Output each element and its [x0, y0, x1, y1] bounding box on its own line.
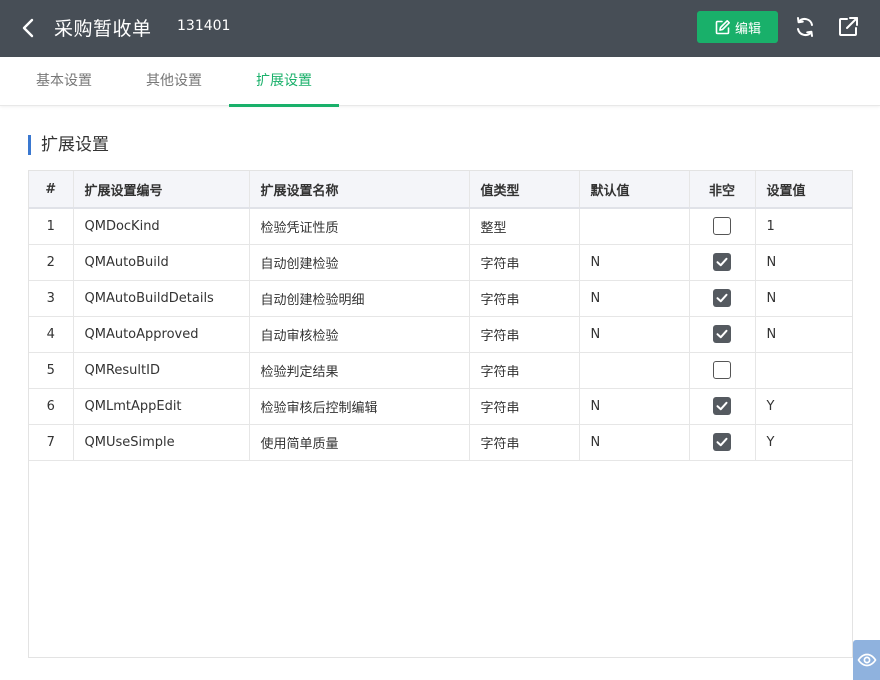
tab-basic-settings[interactable]: 基本设置 [33, 57, 95, 106]
document-number: 131401 [177, 18, 231, 34]
check-icon [716, 257, 728, 267]
row-value: 1 [755, 208, 852, 245]
back-button[interactable] [16, 14, 42, 42]
row-index: 3 [29, 280, 74, 317]
row-not-null [689, 424, 756, 461]
table-row[interactable]: 5 QMResultID 检验判定结果 字符串 [29, 352, 852, 389]
col-header-not-null: 非空 [689, 171, 756, 209]
row-code: QMUseSimple [73, 424, 250, 461]
edit-button-label: 编辑 [734, 21, 761, 37]
row-code: QMDocKind [73, 208, 250, 245]
check-icon [716, 437, 728, 447]
row-not-null [689, 208, 756, 245]
table-row[interactable]: 2 QMAutoBuild 自动创建检验 字符串 N N [29, 244, 852, 281]
table-row[interactable]: 6 QMLmtAppEdit 检验审核后控制编辑 字符串 N Y [29, 388, 852, 425]
tab-bar: 基本设置 其他设置 扩展设置 [0, 57, 880, 107]
not-null-checkbox[interactable] [713, 217, 731, 236]
row-type: 字符串 [469, 352, 580, 389]
chevron-left-icon [22, 18, 34, 38]
row-name: 检验判定结果 [249, 352, 470, 389]
row-not-null [689, 244, 756, 281]
table-row[interactable]: 7 QMUseSimple 使用简单质量 字符串 N Y [29, 424, 852, 461]
row-type: 字符串 [469, 280, 580, 317]
eye-icon [857, 653, 876, 667]
row-index: 4 [29, 316, 74, 353]
section-title: 扩展设置 [28, 135, 109, 155]
table-row[interactable]: 4 QMAutoApproved 自动审核检验 字符串 N N [29, 316, 852, 353]
check-icon [716, 329, 728, 339]
row-default: N [579, 316, 690, 353]
not-null-checkbox[interactable] [713, 397, 731, 415]
extension-settings-table: # 扩展设置编号 扩展设置名称 值类型 默认值 非空 设置值 1 QMDocKin… [28, 170, 853, 658]
col-header-value: 设置值 [755, 171, 852, 209]
refresh-icon [797, 17, 813, 37]
row-default: N [579, 424, 690, 461]
row-type: 字符串 [469, 316, 580, 353]
row-value: N [755, 316, 852, 353]
row-type: 字符串 [469, 388, 580, 425]
row-value: N [755, 244, 852, 281]
row-not-null [689, 316, 756, 353]
col-header-code: 扩展设置编号 [73, 171, 250, 209]
row-not-null [689, 388, 756, 425]
top-header: 采购暂收单 131401 编辑 [0, 0, 880, 57]
row-code: QMAutoApproved [73, 316, 250, 353]
not-null-checkbox[interactable] [713, 289, 731, 307]
col-header-type: 值类型 [469, 171, 580, 209]
table-row[interactable]: 1 QMDocKind 检验凭证性质 整型 1 [29, 208, 852, 245]
table-row[interactable]: 3 QMAutoBuildDetails 自动创建检验明细 字符串 N N [29, 280, 852, 317]
row-index: 5 [29, 352, 74, 389]
row-default: N [579, 388, 690, 425]
col-header-name: 扩展设置名称 [249, 171, 470, 209]
row-name: 检验凭证性质 [249, 208, 470, 245]
check-icon [716, 401, 728, 411]
row-type: 字符串 [469, 244, 580, 281]
row-not-null [689, 352, 756, 389]
row-name: 使用简单质量 [249, 424, 470, 461]
row-index: 7 [29, 424, 74, 461]
edit-button[interactable]: 编辑 [697, 11, 778, 43]
page-title: 采购暂收单 [54, 18, 152, 40]
tab-other-settings[interactable]: 其他设置 [143, 57, 205, 106]
row-index: 6 [29, 388, 74, 425]
row-value [755, 352, 852, 389]
row-default: N [579, 244, 690, 281]
row-code: QMAutoBuild [73, 244, 250, 281]
row-value: Y [755, 388, 852, 425]
row-code: QMResultID [73, 352, 250, 389]
not-null-checkbox[interactable] [713, 361, 731, 379]
row-type: 整型 [469, 208, 580, 245]
check-icon [716, 293, 728, 303]
row-value: Y [755, 424, 852, 461]
row-type: 字符串 [469, 424, 580, 461]
share-button[interactable] [836, 15, 860, 39]
row-default [579, 352, 690, 389]
row-code: QMAutoBuildDetails [73, 280, 250, 317]
not-null-checkbox[interactable] [713, 325, 731, 343]
col-header-index: # [29, 171, 74, 209]
row-name: 检验审核后控制编辑 [249, 388, 470, 425]
row-default [579, 208, 690, 245]
row-name: 自动审核检验 [249, 316, 470, 353]
not-null-checkbox[interactable] [713, 433, 731, 451]
row-value: N [755, 280, 852, 317]
row-name: 自动创建检验明细 [249, 280, 470, 317]
edit-icon [715, 19, 730, 34]
refresh-button[interactable] [793, 15, 817, 39]
table-header-row: # 扩展设置编号 扩展设置名称 值类型 默认值 非空 设置值 [29, 171, 852, 209]
col-header-default: 默认值 [579, 171, 690, 209]
row-default: N [579, 280, 690, 317]
row-not-null [689, 280, 756, 317]
view-toggle-button[interactable] [853, 640, 880, 680]
not-null-checkbox[interactable] [713, 253, 731, 271]
row-code: QMLmtAppEdit [73, 388, 250, 425]
row-name: 自动创建检验 [249, 244, 470, 281]
share-icon [839, 17, 858, 36]
row-index: 1 [29, 208, 74, 245]
tab-extended-settings[interactable]: 扩展设置 [229, 57, 339, 107]
row-index: 2 [29, 244, 74, 281]
